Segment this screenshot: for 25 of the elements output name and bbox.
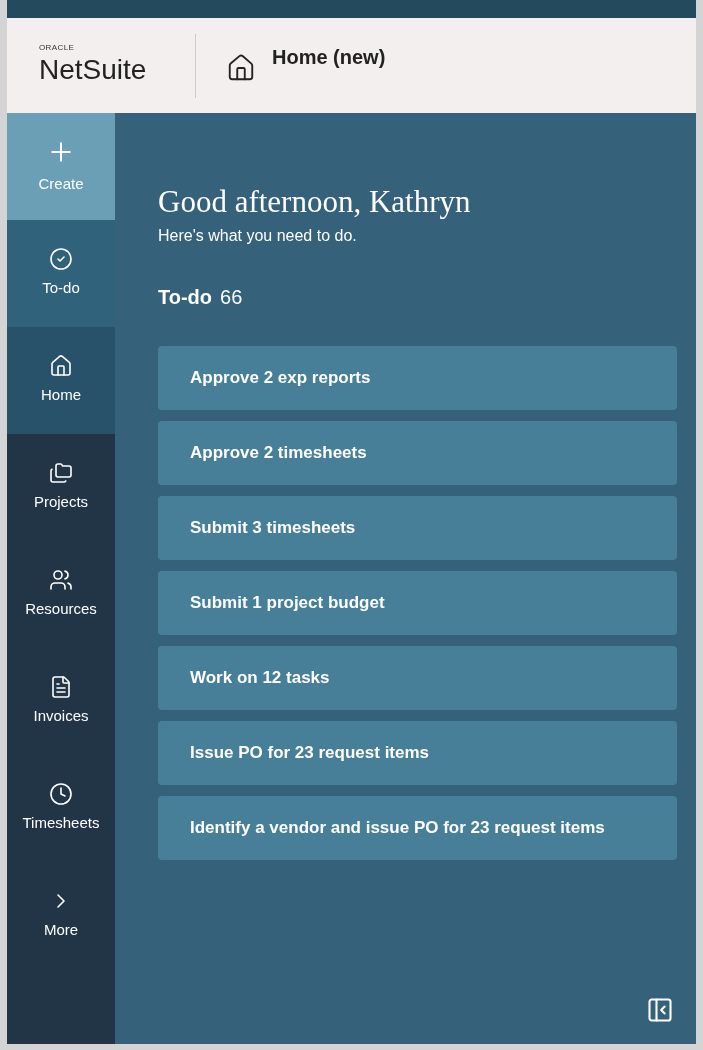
sidebar-item[interactable]: Create bbox=[7, 113, 115, 220]
todo-count: 66 bbox=[220, 284, 243, 310]
greeting-heading: Good afternoon, Kathryn bbox=[158, 183, 472, 221]
task-item[interactable]: Approve 2 exp reports bbox=[158, 345, 677, 410]
document-icon bbox=[49, 675, 73, 700]
check-circle-icon bbox=[49, 247, 73, 272]
subtitle-text: Here's what you need to do. bbox=[158, 225, 358, 246]
logo-small-text: ORACLE bbox=[39, 44, 76, 52]
home-icon bbox=[49, 354, 73, 379]
task-item[interactable]: Issue PO for 23 request items bbox=[158, 720, 677, 785]
people-icon bbox=[49, 568, 73, 593]
task-item[interactable]: Submit 1 project budget bbox=[158, 570, 677, 635]
task-item[interactable]: Identify a vendor and issue PO for 23 request items bbox=[158, 795, 677, 860]
page-title: Home (new) bbox=[272, 45, 386, 70]
home-icon bbox=[226, 52, 256, 83]
task-item[interactable]: Submit 3 timesheets bbox=[158, 495, 677, 560]
clock-icon bbox=[49, 782, 73, 807]
sidebar-item[interactable]: To-do bbox=[7, 220, 115, 327]
folders-icon bbox=[49, 461, 73, 486]
task-item[interactable]: Approve 2 timesheets bbox=[158, 420, 677, 485]
todo-heading: To-do bbox=[158, 284, 213, 310]
collapse-panel-icon[interactable] bbox=[646, 996, 674, 1024]
task-item[interactable]: Work on 12 tasks bbox=[158, 645, 677, 710]
logo-text: NetSuite bbox=[39, 53, 148, 87]
sidebar-item[interactable]: Home bbox=[7, 327, 115, 434]
